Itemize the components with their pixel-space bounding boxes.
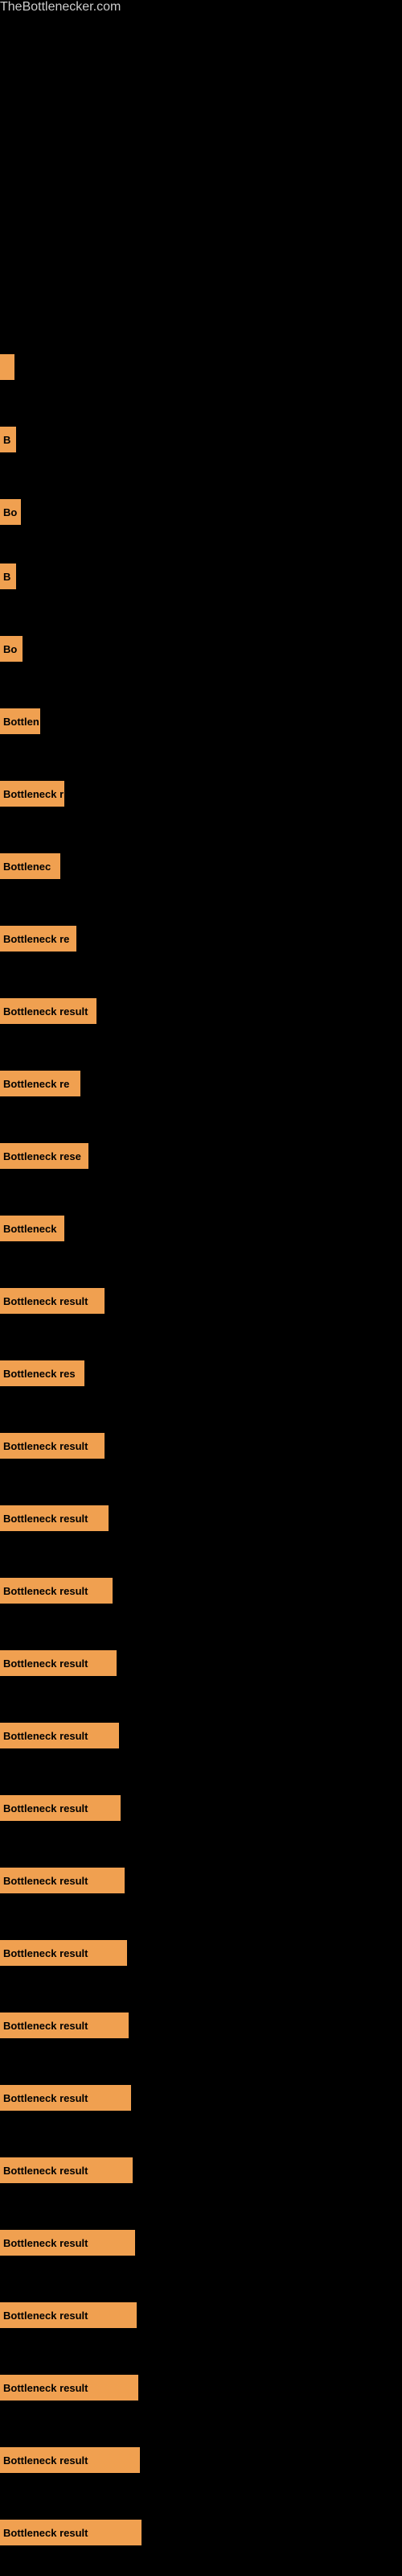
bottleneck-result-bar: Bottleneck result (0, 1433, 105, 1459)
bottleneck-result-bar: Bottlenec (0, 853, 60, 879)
bottleneck-bar-container: Bottleneck result (0, 998, 96, 1024)
bottleneck-result-bar: B (0, 427, 16, 452)
bottleneck-result-bar: Bo (0, 636, 23, 662)
bottleneck-result-bar: B (0, 564, 16, 589)
bottleneck-result-bar: Bottleneck result (0, 2085, 131, 2111)
bottleneck-bar-container: B (0, 564, 16, 589)
bottleneck-result-bar: Bottleneck result (0, 2302, 137, 2328)
bottleneck-bar-container: Bottleneck (0, 1216, 64, 1241)
bottleneck-bar-container: Bo (0, 499, 21, 525)
bottleneck-bar-container: Bottleneck result (0, 2520, 142, 2545)
bottleneck-result-bar: Bottlen (0, 708, 40, 734)
bottleneck-bar-container: Bottleneck result (0, 2230, 135, 2256)
bottleneck-bar-container: Bottleneck result (0, 2157, 133, 2183)
bottleneck-result-bar: Bottleneck result (0, 2375, 138, 2401)
bottleneck-result-bar: Bottleneck r (0, 781, 64, 807)
bottleneck-bar-container: Bottleneck result (0, 1433, 105, 1459)
site-title-text: TheBottlenecker.com (0, 0, 121, 20)
bottleneck-bar-container: Bottleneck re (0, 926, 76, 952)
bottleneck-result-bar: Bottleneck re (0, 1071, 80, 1096)
bottleneck-result-bar: Bottleneck result (0, 1868, 125, 1893)
bottleneck-bar-container: Bottleneck result (0, 1795, 121, 1821)
bottleneck-result-bar: Bottleneck result (0, 1795, 121, 1821)
bottleneck-result-bar: Bottleneck res (0, 1360, 84, 1386)
bottleneck-bar-container: Bottleneck result (0, 2085, 131, 2111)
bottleneck-bar-container: Bottleneck result (0, 1940, 127, 1966)
bottleneck-result-bar: Bottleneck result (0, 2447, 140, 2473)
bottleneck-result-bar: Bottleneck result (0, 2157, 133, 2183)
bottleneck-result-bar: Bottleneck (0, 1216, 64, 1241)
bottleneck-bar-container: Bottleneck result (0, 1578, 113, 1604)
bottleneck-bar-container: Bottleneck rese (0, 1143, 88, 1169)
bottleneck-bar-container: Bo (0, 636, 23, 662)
bottleneck-bar-container: Bottleneck res (0, 1360, 84, 1386)
bottleneck-bar-container: Bottleneck re (0, 1071, 80, 1096)
bottleneck-result-bar: Bottleneck result (0, 1288, 105, 1314)
site-title: TheBottlenecker.com (0, 0, 402, 14)
bottleneck-result-bar: Bottleneck result (0, 1940, 127, 1966)
bottleneck-bar-container: Bottleneck result (0, 2447, 140, 2473)
bottleneck-result-bar: Bottleneck result (0, 1578, 113, 1604)
bottleneck-result-bar: Bo (0, 499, 21, 525)
bottleneck-result-bar: Bottleneck result (0, 1723, 119, 1748)
bottleneck-bar-container: Bottleneck result (0, 1505, 109, 1531)
bottleneck-bar-container: Bottleneck result (0, 2302, 137, 2328)
bottleneck-result-bar (0, 354, 14, 380)
bottleneck-bar-container: Bottleneck r (0, 781, 64, 807)
bottleneck-bar-container: Bottleneck result (0, 1288, 105, 1314)
bottleneck-bar-container: Bottleneck result (0, 2013, 129, 2038)
bottleneck-bar-container: Bottleneck result (0, 1650, 117, 1676)
bottleneck-result-bar: Bottleneck result (0, 2013, 129, 2038)
bottleneck-result-bar: Bottleneck result (0, 998, 96, 1024)
bottleneck-result-bar: Bottleneck result (0, 1650, 117, 1676)
bottleneck-bar-container: Bottlenec (0, 853, 60, 879)
bottleneck-result-bar: Bottleneck re (0, 926, 76, 952)
bottleneck-bar-container: Bottleneck result (0, 1868, 125, 1893)
bottleneck-bar-container: Bottlen (0, 708, 40, 734)
bottleneck-result-bar: Bottleneck result (0, 1505, 109, 1531)
bottleneck-bar-container: B (0, 427, 16, 452)
bottleneck-bar-container (0, 354, 14, 380)
bottleneck-result-bar: Bottleneck result (0, 2520, 142, 2545)
bottleneck-result-bar: Bottleneck result (0, 2230, 135, 2256)
bottleneck-bar-container: Bottleneck result (0, 2375, 138, 2401)
bottleneck-result-bar: Bottleneck rese (0, 1143, 88, 1169)
bottleneck-bar-container: Bottleneck result (0, 1723, 119, 1748)
